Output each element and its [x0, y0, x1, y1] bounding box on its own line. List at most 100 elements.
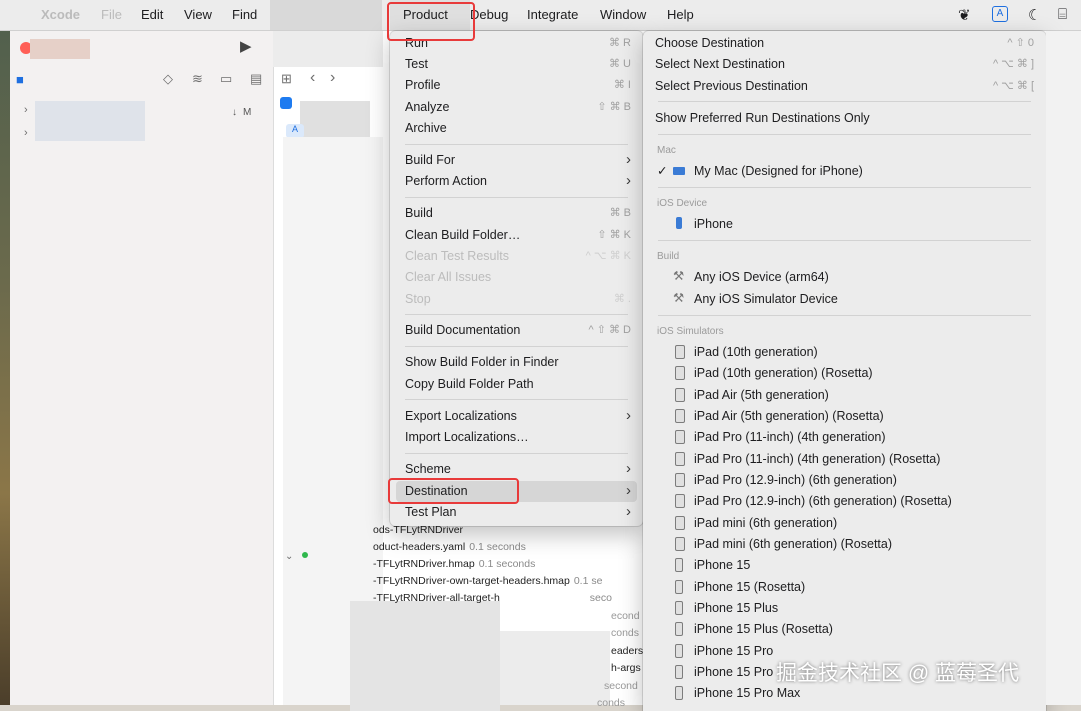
input-method-icon[interactable]: A: [992, 6, 1008, 22]
menu-xcode[interactable]: Xcode: [41, 7, 80, 22]
status-bird-icon[interactable]: ❦: [958, 6, 971, 24]
ipad-icon: [675, 516, 685, 530]
menu-separator: [405, 197, 628, 198]
menu-integrate[interactable]: Integrate: [527, 7, 578, 22]
menu-item-build[interactable]: Build ⌘ B: [396, 203, 637, 224]
editor-blur: [300, 101, 370, 141]
menu-item-clean-test-results: Clean Test Results ^ ⌥ ⌘ K: [405, 249, 631, 263]
simulator-item[interactable]: iPad (10th generation): [657, 342, 1032, 363]
diamond-icon[interactable]: ◇: [163, 71, 173, 87]
iphone-icon: [675, 644, 683, 658]
menu-separator: [405, 144, 628, 145]
iphone-icon: [675, 665, 683, 679]
device-any-ios-device[interactable]: ⚒ Any iOS Device (arm64): [657, 267, 1032, 288]
filter-icon[interactable]: ≋: [192, 71, 203, 87]
chevron-right-icon: ›: [626, 482, 631, 499]
forward-icon[interactable]: ›: [330, 69, 335, 87]
simulator-item[interactable]: iPad Pro (12.9-inch) (6th generation) (R…: [657, 491, 1032, 512]
log-row: -TFLytRNDriver-own-target-headers.hmap 0.…: [373, 575, 603, 587]
ipad-icon: [675, 430, 685, 444]
run-icon[interactable]: ▶: [240, 37, 252, 55]
device-any-ios-simulator[interactable]: ⚒ Any iOS Simulator Device: [657, 289, 1032, 310]
menu-item-build-for[interactable]: Build For ›: [396, 150, 637, 171]
menu-item-select-next-destination[interactable]: Select Next Destination ^ ⌥ ⌘ ]: [649, 54, 1040, 75]
traffic-lights-blur: [30, 39, 90, 59]
disclosure-icon[interactable]: ›: [24, 104, 28, 116]
menu-item-profile[interactable]: Profile ⌘ I: [396, 75, 637, 96]
destination-highlight-box: [388, 478, 519, 504]
simulator-item[interactable]: iPhone 15 Plus (Rosetta): [657, 619, 1032, 640]
simulator-item[interactable]: iPad Pro (11-inch) (4th generation): [657, 427, 1032, 448]
menu-debug[interactable]: Debug: [470, 7, 508, 22]
menu-item-archive[interactable]: Archive: [396, 118, 637, 139]
project-tree-blur: [35, 101, 145, 141]
tab-badge: A: [286, 124, 304, 138]
menu-item-show-preferred-destinations[interactable]: Show Preferred Run Destinations Only: [649, 108, 1040, 129]
menubar-blur: [270, 0, 382, 30]
menu-item-select-previous-destination[interactable]: Select Previous Destination ^ ⌥ ⌘ [: [649, 76, 1040, 97]
iphone-icon: [675, 622, 683, 636]
iphone-icon: [675, 580, 683, 594]
toolbar-area: [273, 31, 383, 67]
menu-item-copy-build-folder-path[interactable]: Copy Build Folder Path: [396, 374, 637, 395]
menu-help[interactable]: Help: [667, 7, 694, 22]
menu-edit[interactable]: Edit: [141, 7, 163, 22]
menu-item-clean-build-folder[interactable]: Clean Build Folder… ⇧ ⌘ K: [396, 225, 637, 246]
iphone-icon: [675, 601, 683, 615]
hammer-icon: ⚒: [673, 269, 685, 283]
menu-bar: Xcode File Edit View Find Product Debug …: [0, 0, 1081, 31]
menu-item-choose-destination[interactable]: Choose Destination ^ ⇧ 0: [649, 33, 1040, 54]
list-icon[interactable]: ▤: [250, 71, 262, 87]
iphone-icon: [675, 686, 683, 700]
shortcuts-icon[interactable]: ⌸: [1058, 6, 1067, 23]
ipad-icon: [675, 409, 685, 423]
moon-icon[interactable]: ☾: [1028, 6, 1041, 24]
log-row: oduct-headers.yaml 0.1 seconds: [373, 541, 526, 553]
menu-item-test-plan[interactable]: Test Plan ›: [396, 502, 637, 523]
source-control-status: M: [243, 107, 252, 118]
simulator-item[interactable]: iPad mini (6th generation) (Rosetta): [657, 534, 1032, 555]
menu-file[interactable]: File: [101, 7, 122, 22]
simulator-item[interactable]: iPad (10th generation) (Rosetta): [657, 363, 1032, 384]
menu-separator: [405, 399, 628, 400]
simulator-item[interactable]: iPhone 15: [657, 555, 1032, 576]
chevron-down-icon[interactable]: ⌄: [285, 551, 293, 562]
device-iphone[interactable]: iPhone: [657, 214, 1032, 235]
chevron-right-icon: ›: [626, 460, 631, 477]
grid-icon[interactable]: ⊞: [281, 71, 292, 87]
simulator-item[interactable]: iPad Pro (12.9-inch) (6th generation): [657, 470, 1032, 491]
menu-separator: [658, 134, 1031, 135]
laptop-icon: [673, 167, 685, 175]
device-my-mac[interactable]: ✓ My Mac (Designed for iPhone): [657, 161, 1032, 182]
chevron-right-icon: ›: [626, 407, 631, 424]
app-icon: [280, 97, 292, 109]
menu-view[interactable]: View: [184, 7, 212, 22]
success-indicator: [302, 552, 308, 558]
simulator-item[interactable]: iPhone 15 Plus: [657, 598, 1032, 619]
menu-item-import-localizations[interactable]: Import Localizations…: [396, 427, 637, 448]
back-icon[interactable]: ‹: [310, 69, 315, 87]
iphone-icon: [675, 558, 683, 572]
simulator-item[interactable]: iPad mini (6th generation): [657, 513, 1032, 534]
simulator-item[interactable]: iPhone 15 (Rosetta): [657, 577, 1032, 598]
menu-item-perform-action[interactable]: Perform Action ›: [396, 171, 637, 192]
log-blur: [350, 601, 500, 711]
menu-separator: [658, 240, 1031, 241]
menu-separator: [405, 453, 628, 454]
simulator-item[interactable]: iPad Air (5th generation) (Rosetta): [657, 406, 1032, 427]
menu-item-build-documentation[interactable]: Build Documentation ^ ⇧ ⌘ D: [396, 320, 637, 341]
menu-find[interactable]: Find: [232, 7, 257, 22]
menu-item-test[interactable]: Test ⌘ U: [396, 54, 637, 75]
disclosure-icon[interactable]: ›: [24, 127, 28, 139]
menu-item-export-localizations[interactable]: Export Localizations ›: [396, 406, 637, 427]
menu-item-analyze[interactable]: Analyze ⇧ ⌘ B: [396, 97, 637, 118]
folder-icon[interactable]: ■: [16, 72, 24, 87]
log-blur-2: [500, 631, 610, 705]
menu-item-scheme[interactable]: Scheme ›: [396, 459, 637, 480]
simulator-item[interactable]: iPad Air (5th generation): [657, 385, 1032, 406]
menu-window[interactable]: Window: [600, 7, 646, 22]
menu-item-show-build-folder[interactable]: Show Build Folder in Finder: [396, 352, 637, 373]
simulator-item[interactable]: iPad Pro (11-inch) (4th generation) (Ros…: [657, 449, 1032, 470]
tag-icon[interactable]: ▭: [220, 71, 232, 87]
menu-separator: [405, 314, 628, 315]
